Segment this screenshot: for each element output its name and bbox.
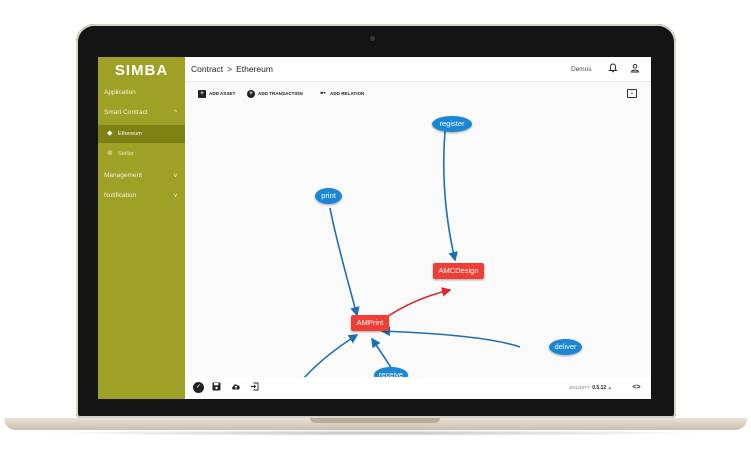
breadcrumb-current: Ethereum: [236, 64, 273, 74]
node-deliver[interactable]: deliver: [549, 339, 582, 355]
import-icon[interactable]: [249, 382, 260, 393]
add-box-icon: +: [198, 89, 206, 98]
add-relation-label: ADD RELATION: [330, 91, 365, 96]
caret-up-icon: ▲: [607, 385, 612, 390]
sidebar-item-management[interactable]: Management v: [98, 167, 185, 185]
code-toggle-icon[interactable]: <>: [631, 382, 642, 393]
add-circle-icon: +: [247, 89, 255, 98]
add-asset-label: ADD ASSET: [209, 91, 236, 96]
user-icon[interactable]: [629, 63, 641, 75]
node-amcdesign[interactable]: AMCDesign: [433, 263, 484, 279]
graph-toolbar: + ADD ASSET + ADD TRANSACTION ➸ ADD RELATIO…: [185, 83, 651, 105]
sidebar-item-stellar[interactable]: ⊗ Stellar: [98, 145, 185, 163]
edge-receive-amprint: [303, 334, 359, 377]
chevron-up-icon: ^: [174, 110, 177, 116]
solidity-label: SOLIDITY:: [569, 385, 591, 390]
demos-menu[interactable]: Demos: [571, 57, 592, 82]
laptop-shadow: [40, 430, 710, 436]
sidebar-item-label: Smart Contract: [104, 109, 148, 116]
edge-deliver-amprint: [380, 326, 521, 348]
solidity-value: 0.5.12: [592, 385, 607, 391]
add-relation-button[interactable]: ➸ ADD RELATION: [319, 89, 364, 99]
stellar-icon: ⊗: [107, 150, 113, 157]
add-transaction-button[interactable]: + ADD TRANSACTION: [247, 89, 303, 99]
bottom-toolbar: ✓ SOLIDITY: 0.5.12 ▲ <>: [185, 377, 651, 399]
breadcrumb-contract[interactable]: Contract: [191, 64, 223, 74]
chevron-down-icon: v: [174, 193, 177, 199]
sidebar-item-label: Stellar: [118, 151, 134, 157]
chevron-down-icon: v: [174, 173, 177, 179]
sidebar-item-label: Ethereum: [118, 131, 142, 137]
webcam: [370, 36, 375, 41]
add-asset-button[interactable]: + ADD ASSET: [198, 89, 235, 99]
sidebar-item-label: Notification: [104, 192, 137, 199]
breadcrumb: Contract > Ethereum: [191, 57, 273, 82]
sidebar-item-label: Management: [104, 172, 142, 179]
graph-edges: [303, 130, 521, 377]
solidity-version[interactable]: SOLIDITY: 0.5.12 ▲: [569, 382, 612, 393]
app-logo[interactable]: SIMBA: [98, 60, 185, 82]
cloud-upload-icon[interactable]: [230, 382, 241, 393]
sidebar-item-application[interactable]: Application: [98, 84, 185, 102]
top-header: Contract > Ethereum Demos: [185, 57, 651, 82]
relation-arrow-icon: ➸: [320, 89, 326, 97]
edge-register-amcdesign: [442, 130, 458, 262]
node-print[interactable]: print: [315, 188, 342, 204]
add-transaction-label: ADD TRANSACTION: [258, 91, 303, 96]
breadcrumb-separator: >: [227, 64, 233, 74]
sidebar-item-notification[interactable]: Notification v: [98, 187, 185, 205]
export-icon[interactable]: ⇣: [627, 89, 637, 98]
laptop-notch: [310, 418, 440, 423]
check-circle-icon[interactable]: ✓: [193, 382, 204, 393]
bell-icon[interactable]: [607, 63, 619, 75]
edge-print-amprint: [329, 207, 360, 317]
graph-canvas[interactable]: register AMCDesign print AMPrint deliver…: [185, 105, 651, 383]
laptop-screen: SIMBA Application Smart Contract ^ ◆ Eth…: [98, 57, 651, 399]
sidebar: SIMBA Application Smart Contract ^ ◆ Eth…: [98, 57, 185, 399]
save-icon[interactable]: [211, 382, 222, 393]
sidebar-item-ethereum[interactable]: ◆ Ethereum: [98, 125, 185, 143]
node-amprint[interactable]: AMPrint: [351, 315, 389, 331]
ethereum-icon: ◆: [107, 130, 113, 137]
sidebar-item-label: Application: [104, 89, 136, 96]
sidebar-item-smart-contract[interactable]: Smart Contract ^: [98, 104, 185, 122]
node-register[interactable]: register: [432, 116, 472, 132]
